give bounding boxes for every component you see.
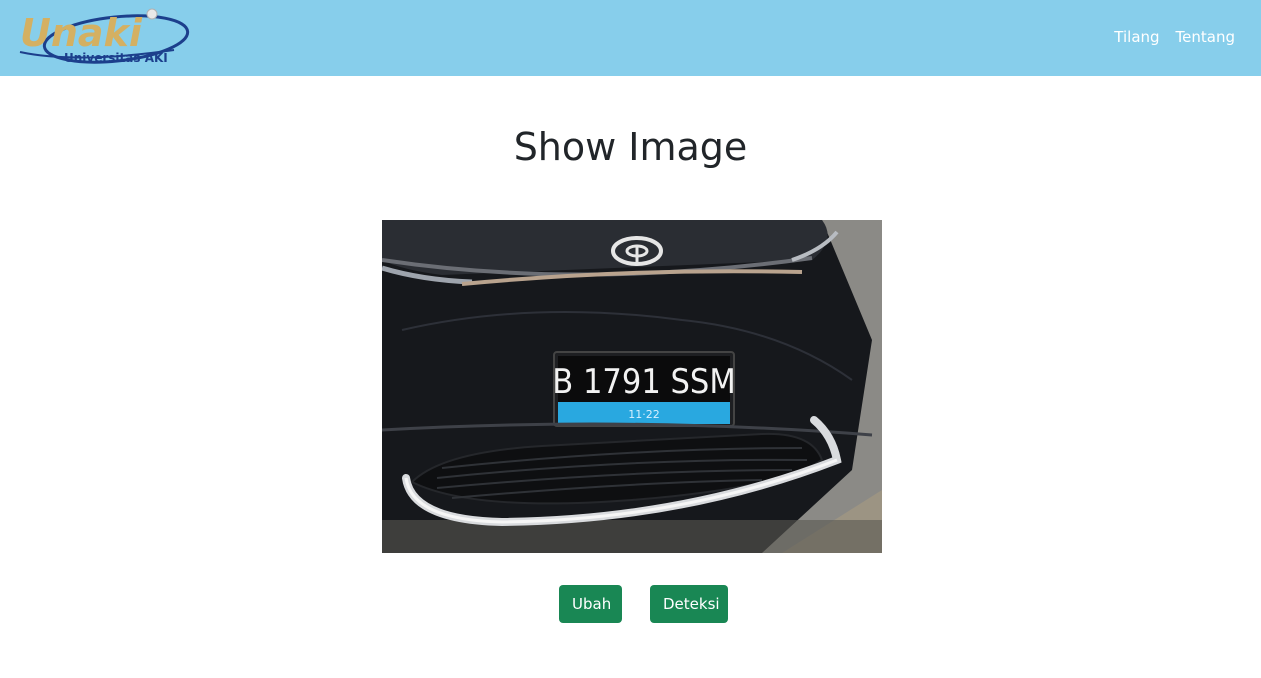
- page-title: Show Image: [513, 125, 748, 169]
- nav-link-tilang[interactable]: Tilang: [1114, 28, 1159, 46]
- plate-expiry: 11·22: [628, 408, 660, 421]
- plate-number: B 1791 SSM: [552, 362, 735, 402]
- change-image-button[interactable]: Ubah: [559, 585, 622, 623]
- uploaded-car-image: B 1791 SSM 11·22: [382, 220, 882, 553]
- detect-button[interactable]: Deteksi: [650, 585, 728, 623]
- nav-link-tentang[interactable]: Tentang: [1176, 28, 1235, 46]
- logo-wordmark: Unaki: [20, 11, 143, 55]
- top-navbar: Unaki Universitas AKI Tilang Tentang: [0, 0, 1261, 76]
- logo-subtitle: Universitas AKI: [64, 51, 168, 65]
- main-nav: Tilang Tentang: [1114, 28, 1235, 46]
- unaki-logo[interactable]: Unaki Universitas AKI: [16, 6, 196, 70]
